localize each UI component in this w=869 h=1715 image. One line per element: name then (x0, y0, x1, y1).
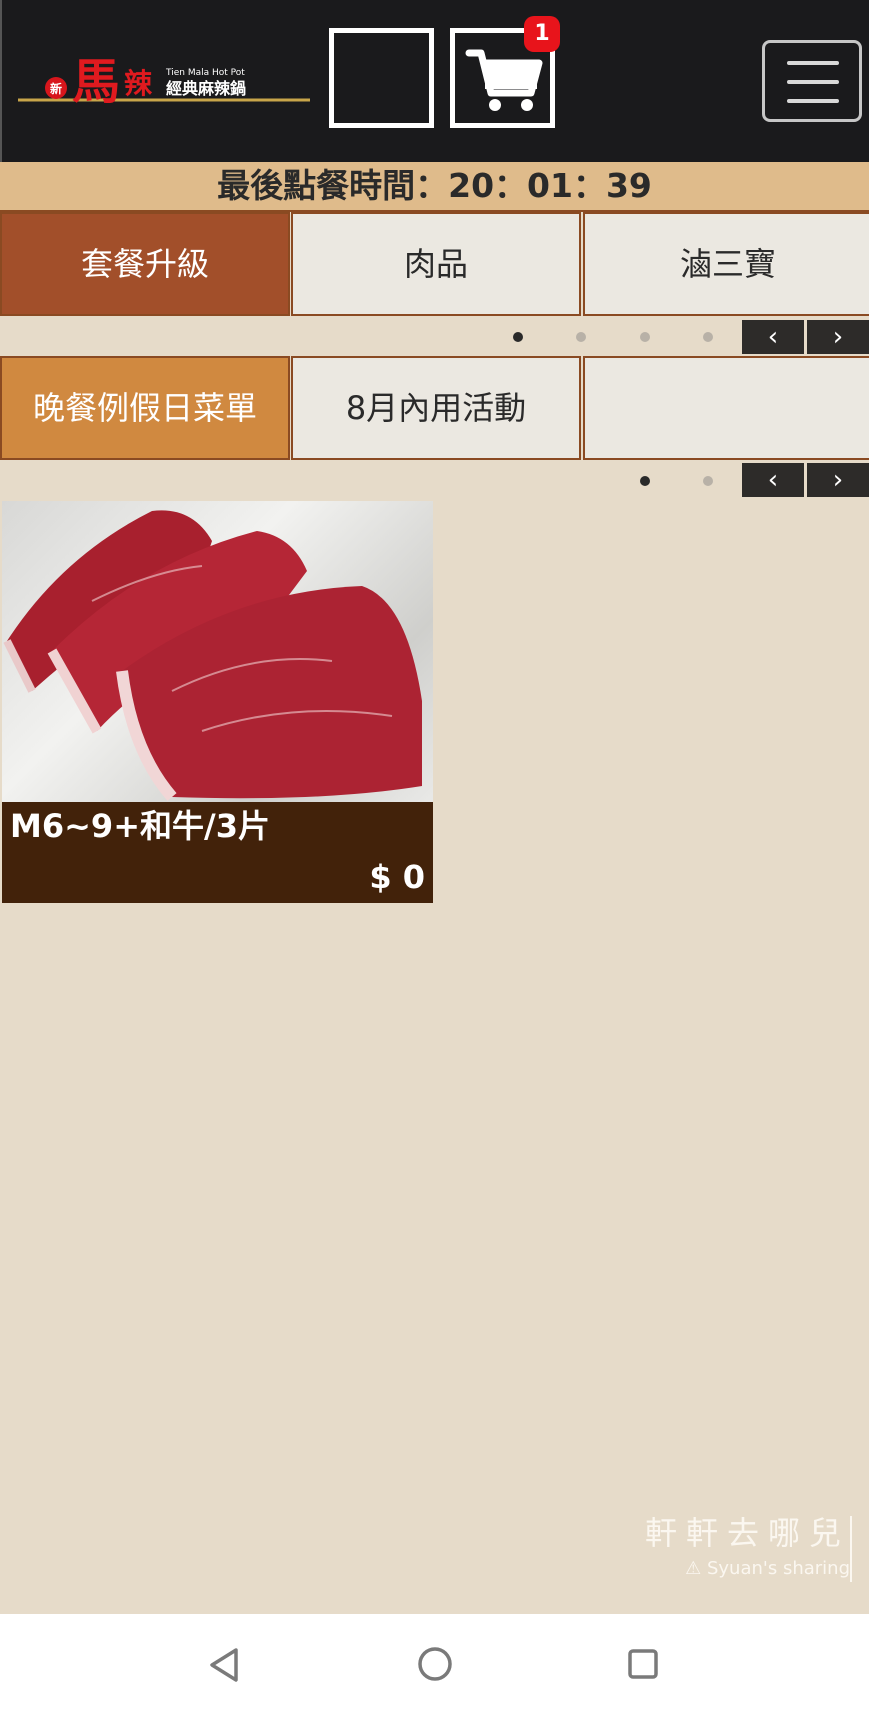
last-order-time-bar: 最後點餐時間：20：01：39 (0, 162, 869, 212)
pager-prev-button[interactable]: ‹ (742, 320, 804, 354)
beef-slices-image (3, 510, 422, 801)
pager-dot[interactable] (640, 476, 650, 486)
back-icon[interactable] (208, 1646, 242, 1684)
pager-next-button[interactable]: › (807, 463, 869, 497)
last-order-time: 20：01：39 (448, 166, 652, 205)
category-row-1: 套餐升級 肉品 滷三寶 (0, 212, 869, 316)
home-icon[interactable] (417, 1646, 453, 1682)
tab-set-upgrade[interactable]: 套餐升級 (0, 212, 290, 316)
pager-dot[interactable] (576, 332, 586, 342)
watermark-subtitle-text: Syuan's sharing (706, 1558, 850, 1579)
warning-triangle-icon: ⚠ (685, 1558, 702, 1579)
top-header: 新 馬 辣 Tien Mala Hot Pot 經典麻辣鍋 1 (0, 0, 869, 162)
svg-text:新: 新 (50, 81, 62, 96)
restaurant-logo[interactable]: 新 馬 辣 Tien Mala Hot Pot 經典麻辣鍋 (16, 38, 312, 116)
svg-text:馬: 馬 (72, 54, 120, 110)
watermark: 軒軒去哪兒 ⚠ Syuan's sharing (620, 1508, 852, 1586)
tab-august-dine-in-promo[interactable]: 8月內用活動 (291, 356, 581, 460)
category-row-2: 晚餐例假日菜單 8月內用活動 (0, 356, 869, 460)
pager-dot[interactable] (640, 332, 650, 342)
pager-next-button[interactable]: › (807, 320, 869, 354)
tab-empty[interactable] (583, 356, 869, 460)
system-navigation-bar (0, 1614, 869, 1715)
product-image (2, 501, 433, 802)
pager-dot[interactable] (703, 476, 713, 486)
hamburger-menu-button[interactable] (762, 40, 862, 122)
tab-dinner-holiday-menu[interactable]: 晚餐例假日菜單 (0, 356, 290, 460)
product-card[interactable]: M6~9+和牛/3片 $ 0 (2, 501, 433, 903)
tab-meat[interactable]: 肉品 (291, 212, 581, 316)
watermark-divider (850, 1516, 852, 1582)
recent-apps-icon[interactable] (627, 1648, 659, 1680)
pager-prev-button[interactable]: ‹ (742, 463, 804, 497)
header-empty-button[interactable] (329, 28, 434, 128)
tab-braised-trio[interactable]: 滷三寶 (583, 212, 869, 316)
pager-dot[interactable] (513, 332, 523, 342)
watermark-subtitle: ⚠ Syuan's sharing (685, 1558, 850, 1579)
svg-text:Tien Mala Hot Pot: Tien Mala Hot Pot (165, 68, 245, 78)
hamburger-menu-icon (787, 61, 839, 65)
product-name: M6~9+和牛/3片 (10, 807, 270, 845)
watermark-title: 軒軒去哪兒 (644, 1514, 850, 1552)
svg-text:辣: 辣 (124, 67, 153, 100)
cart-count-badge: 1 (524, 16, 560, 52)
hamburger-menu-icon-line (787, 80, 839, 84)
pager-dot[interactable] (703, 332, 713, 342)
product-price: $ 0 (369, 858, 425, 896)
svg-text:經典麻辣鍋: 經典麻辣鍋 (166, 79, 246, 98)
last-order-label: 最後點餐時間： (217, 166, 449, 205)
hamburger-menu-icon-line (787, 99, 839, 103)
